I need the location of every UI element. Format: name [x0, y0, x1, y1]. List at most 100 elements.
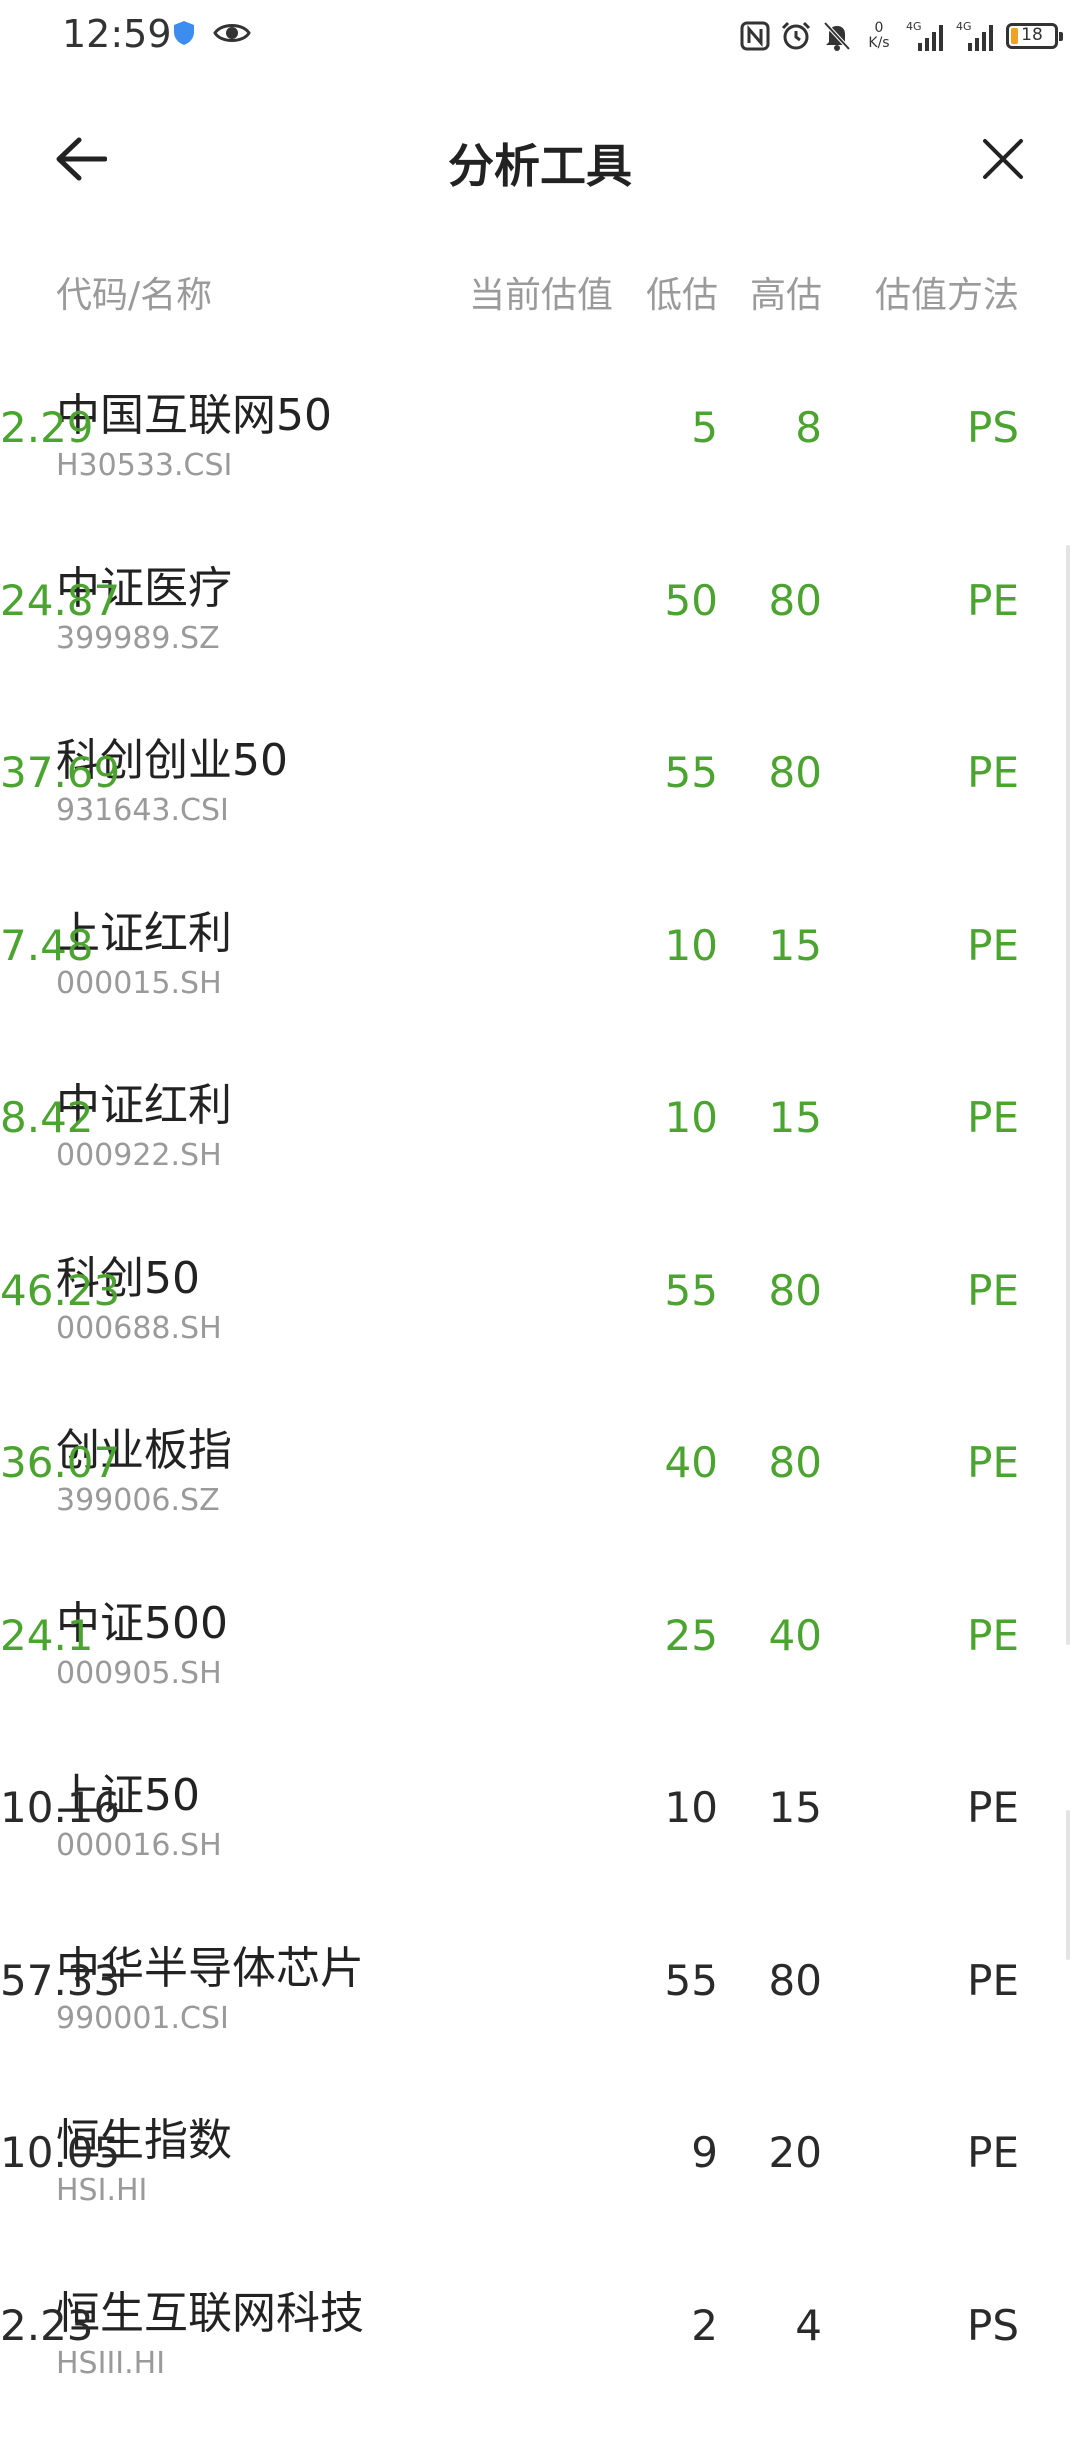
index-code: 000905.SH: [56, 1655, 222, 1691]
status-bar: 12:59 0 K/s 4G 4G 18: [0, 0, 1080, 72]
net-speed: 0 K/s: [862, 21, 896, 51]
valuation-method: PE: [967, 1093, 1019, 1142]
high-threshold: 80: [768, 575, 822, 625]
index-code: HSIII.HI: [56, 2345, 166, 2381]
high-threshold: 8: [795, 403, 822, 452]
current-valuation: 37.69: [0, 748, 121, 797]
low-threshold: 10: [664, 920, 718, 970]
index-code: 000922.SH: [56, 1138, 222, 1173]
mute-icon: [823, 21, 851, 51]
low-threshold: 2: [691, 2300, 718, 2350]
column-header-name: 代码/名称: [56, 275, 213, 316]
high-threshold: 80: [768, 748, 822, 797]
low-threshold: 40: [664, 1438, 718, 1487]
index-code: 000016.SH: [56, 1828, 222, 1863]
valuation-method: PE: [967, 575, 1019, 625]
high-threshold: 15: [768, 1093, 822, 1142]
close-icon: [983, 139, 1023, 179]
page-title: 分析工具: [448, 139, 632, 193]
scrollbar-track: [1066, 1810, 1070, 1960]
list-item[interactable]: 科创创业50 931643.CSI 37.69 55 80 PE: [0, 690, 1080, 863]
signal-icon: 4G: [906, 20, 943, 51]
low-threshold: 50: [664, 575, 718, 625]
high-threshold: 15: [768, 1783, 822, 1832]
list-item[interactable]: 中证500 000905.SH 24.1 25 40 PE: [0, 1553, 1080, 1726]
low-threshold: 55: [664, 1955, 718, 2005]
list-item[interactable]: 上证红利 000015.SH 7.48 10 15 PE: [0, 863, 1080, 1036]
high-threshold: 80: [768, 1265, 822, 1315]
index-code: 399989.SZ: [56, 620, 220, 656]
valuation-method: PE: [967, 748, 1019, 797]
list-item[interactable]: 科创50 000688.SH 46.23 55 80 PE: [0, 1208, 1080, 1381]
valuation-method: PE: [967, 1610, 1019, 1660]
low-threshold: 10: [664, 1783, 718, 1832]
signal-icon: 4G: [956, 20, 993, 51]
valuation-method: PE: [967, 920, 1019, 970]
valuation-method: PS: [967, 2300, 1019, 2350]
list-item[interactable]: 恒生互联网科技 HSIII.HI 2.23 2 4 PS: [0, 2243, 1080, 2416]
status-icons: 0 K/s 4G 4G 18: [740, 14, 1063, 58]
valuation-method: PE: [967, 1438, 1019, 1487]
close-button[interactable]: [968, 124, 1038, 194]
eye-icon: [213, 24, 251, 42]
valuation-method: PE: [967, 1955, 1019, 2005]
low-threshold: 55: [664, 1265, 718, 1315]
index-code: 000015.SH: [56, 965, 222, 1001]
list-item[interactable]: 中华半导体芯片 990001.CSI 57.33 55 80 PE: [0, 1898, 1080, 2071]
current-valuation: 24.87: [0, 575, 121, 625]
index-code: H30533.CSI: [56, 448, 233, 483]
battery-nub: [1059, 32, 1063, 41]
title-bar: 分析工具: [0, 100, 1080, 215]
valuation-method: PE: [967, 2128, 1019, 2177]
list-item[interactable]: 中证医疗 399989.SZ 24.87 50 80 PE: [0, 518, 1080, 691]
list-item[interactable]: 上证50 000016.SH 10.16 10 15 PE: [0, 1725, 1080, 1898]
net-speed-value: 0: [874, 20, 884, 36]
index-code: 931643.CSI: [56, 793, 229, 828]
column-header-method: 估值方法: [874, 275, 1019, 316]
list-item[interactable]: 中证红利 000922.SH 8.42 10 15 PE: [0, 1035, 1080, 1208]
column-header-current: 当前估值: [468, 275, 613, 316]
high-threshold: 80: [768, 1955, 822, 2005]
battery-level: 18: [1021, 25, 1043, 45]
current-valuation: 46.23: [0, 1265, 121, 1315]
scrollbar-track: [1066, 545, 1070, 1645]
low-threshold: 9: [691, 2128, 718, 2177]
net-speed-unit: K/s: [868, 35, 890, 51]
index-code: 000688.SH: [56, 1310, 222, 1346]
list-item[interactable]: 创业板指 399006.SZ 36.07 40 80 PE: [0, 1380, 1080, 1553]
list-item[interactable]: 中国互联网50 H30533.CSI 2.29 5 8 PS: [0, 345, 1080, 518]
alarm-icon: [781, 21, 811, 50]
current-valuation: 2.23: [0, 2300, 94, 2350]
index-name: 中国互联网50: [56, 390, 332, 441]
current-valuation: 8.42: [0, 1093, 94, 1142]
battery-icon: 18: [1006, 23, 1063, 49]
nfc-icon: [740, 21, 770, 51]
current-valuation: 24.1: [0, 1610, 94, 1660]
low-threshold: 10: [664, 1093, 718, 1142]
table-header: 代码/名称 当前估值 低估 高估 估值方法: [0, 260, 1080, 320]
low-threshold: 55: [664, 748, 718, 797]
index-code: 990001.CSI: [56, 2000, 229, 2036]
index-code: HSI.HI: [56, 2173, 148, 2208]
list-item[interactable]: 恒生指数 HSI.HI 10.05 9 20 PE: [0, 2070, 1080, 2243]
current-valuation: 10.16: [0, 1783, 121, 1832]
current-valuation: 10.05: [0, 2128, 121, 2177]
current-valuation: 36.07: [0, 1438, 121, 1487]
high-threshold: 15: [768, 920, 822, 970]
high-threshold: 4: [795, 2300, 822, 2350]
valuation-method: PE: [967, 1265, 1019, 1315]
high-threshold: 80: [768, 1438, 822, 1487]
valuation-method: PE: [967, 1783, 1019, 1832]
high-threshold: 40: [768, 1610, 822, 1660]
low-threshold: 5: [691, 403, 718, 452]
status-time: 12:59: [62, 12, 172, 56]
signal-1-label: 4G: [906, 20, 922, 33]
valuation-method: PS: [967, 403, 1019, 452]
high-threshold: 20: [768, 2128, 822, 2177]
column-header-high: 高估: [749, 275, 822, 316]
column-header-low: 低估: [645, 275, 718, 316]
low-threshold: 25: [664, 1610, 718, 1660]
valuation-list: 中国互联网50 H30533.CSI 2.29 5 8 PS 中证医疗 399989.SZ 24…: [0, 345, 1080, 2415]
current-valuation: 2.29: [0, 403, 94, 452]
signal-2-label: 4G: [956, 20, 972, 33]
